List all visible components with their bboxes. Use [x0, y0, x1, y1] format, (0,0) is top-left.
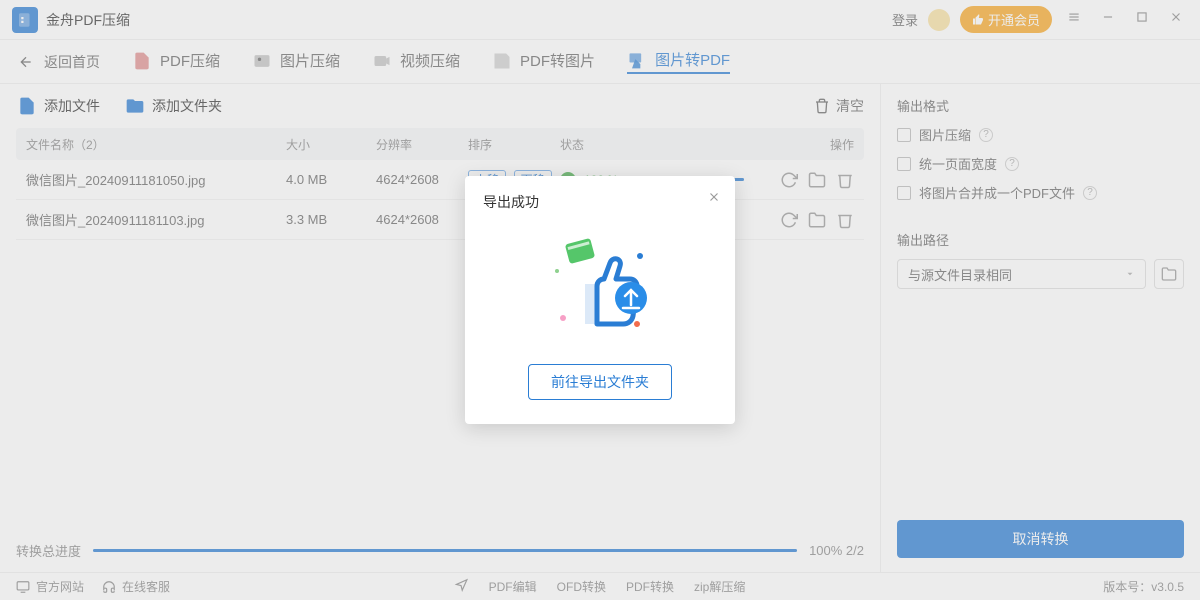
export-success-modal: 导出成功 前往导出文件夹	[465, 176, 735, 424]
close-icon	[707, 190, 721, 204]
modal-overlay: 导出成功 前往导出文件夹	[0, 0, 1200, 600]
open-export-folder-button[interactable]: 前往导出文件夹	[528, 364, 672, 400]
modal-title: 导出成功	[483, 192, 717, 212]
success-illustration	[483, 226, 717, 346]
modal-close-button[interactable]	[707, 190, 721, 209]
